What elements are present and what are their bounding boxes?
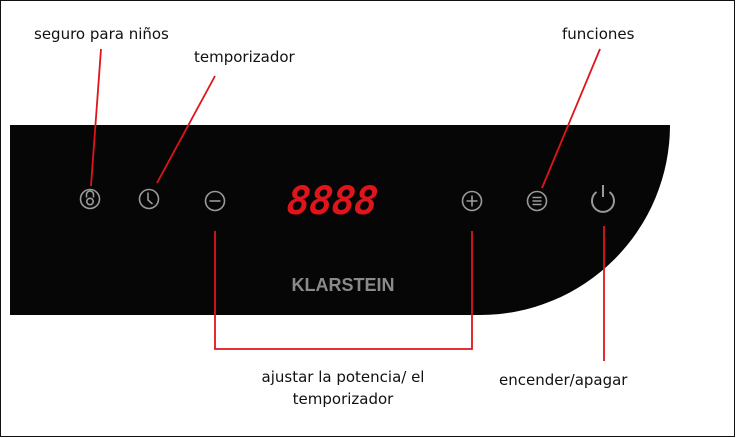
clock-icon[interactable] — [138, 188, 160, 210]
lock-icon[interactable] — [79, 188, 101, 210]
adjust-label-line1: ajustar la potencia/ el — [261, 368, 425, 386]
adjust-label-line2: temporizador — [292, 390, 394, 408]
leader-lines — [90, 48, 605, 361]
minus-icon[interactable] — [204, 190, 226, 212]
power-label: encender/apagar — [499, 371, 628, 389]
plus-icon[interactable] — [461, 190, 483, 212]
child-lock-label: seguro para niños — [34, 25, 169, 43]
leader-functions — [541, 48, 601, 189]
leader-adjust — [214, 231, 473, 350]
functions-label: funciones — [562, 25, 635, 43]
timer-label: temporizador — [194, 48, 295, 66]
power-icon[interactable] — [591, 185, 615, 213]
adjust-label: ajustar la potencia/ el temporizador — [248, 366, 438, 410]
leader-child-lock — [90, 48, 102, 187]
list-icon[interactable] — [526, 190, 548, 212]
leader-timer — [156, 75, 216, 184]
